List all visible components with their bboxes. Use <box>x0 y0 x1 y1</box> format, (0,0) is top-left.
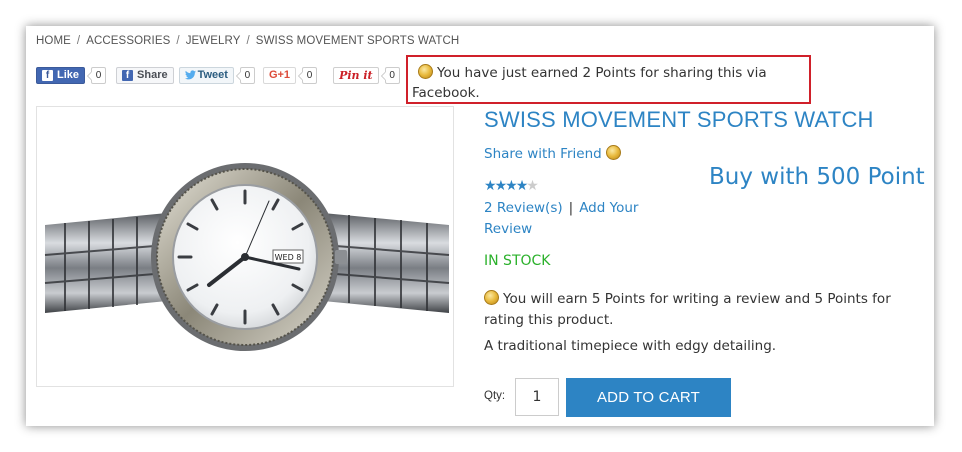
points-coin-icon <box>605 145 621 160</box>
qty-input[interactable] <box>515 378 559 416</box>
breadcrumb-jewelry[interactable]: JEWELRY <box>186 35 241 47</box>
star-icon: ★ <box>515 177 528 193</box>
pinterest-label: Pin it <box>339 68 373 82</box>
points-earned-notice: You have just earned 2 Points for sharin… <box>406 55 811 104</box>
qty-label: Qty: <box>484 390 506 402</box>
facebook-like-button[interactable]: f Like <box>36 66 86 84</box>
tweet-button[interactable]: Tweet <box>178 66 234 84</box>
pinterest-button[interactable]: Pin it <box>333 66 379 84</box>
tweet-label: Tweet <box>197 69 228 81</box>
facebook-icon: f <box>122 69 134 81</box>
product-title: SWISS MOVEMENT SPORTS WATCH <box>484 107 874 132</box>
product-image[interactable]: WED 8 <box>36 106 454 387</box>
breadcrumb-separator: / <box>176 35 180 47</box>
product-page: HOME / ACCESSORIES / JEWELRY / SWISS MOVEMENT … <box>26 26 934 426</box>
google-plus-count: 0 <box>298 66 318 84</box>
breadcrumb-separator: / <box>246 35 250 47</box>
breadcrumb: HOME / ACCESSORIES / JEWELRY / SWISS MOVEMENT … <box>36 35 459 47</box>
rating-stars: ★★★★★ <box>484 177 539 194</box>
social-bar: f Like 0 f Share Tweet 0 G+1 0 Pin it 0 <box>36 65 400 85</box>
earn-points-info: You will earn 5 Points for writing a rev… <box>484 289 904 331</box>
facebook-share-label: Share <box>137 69 168 81</box>
share-with-friend-label: Share with Friend <box>484 146 602 162</box>
review-links: 2 Review(s) | Add Your Review <box>484 198 684 240</box>
facebook-icon: f <box>42 69 53 81</box>
facebook-like-count: 0 <box>87 66 107 84</box>
breadcrumb-current: SWISS MOVEMENT SPORTS WATCH <box>255 35 460 47</box>
add-to-cart-button[interactable]: ADD TO CART <box>566 378 731 417</box>
star-empty-icon: ★ <box>526 177 538 193</box>
facebook-like-label: Like <box>57 69 80 81</box>
breadcrumb-accessories[interactable]: ACCESSORIES <box>86 35 170 47</box>
buy-with-points-label: Buy with 500 Point <box>709 164 925 190</box>
points-coin-icon <box>418 64 433 79</box>
share-with-friend-link[interactable]: Share with Friend <box>484 145 621 162</box>
star-icon: ★ <box>505 177 517 193</box>
google-plus-button[interactable]: G+1 <box>262 66 297 84</box>
reviews-count-link[interactable]: 2 Review(s) <box>484 200 563 216</box>
breadcrumb-separator: / <box>76 35 81 47</box>
earn-points-text: You will earn 5 Points for writing a rev… <box>484 291 891 328</box>
facebook-share-button[interactable]: f Share <box>116 66 174 84</box>
watch-illustration: WED 8 <box>44 163 450 351</box>
product-description: A traditional timepiece with edgy detail… <box>484 338 777 354</box>
review-separator: | <box>568 200 574 216</box>
star-icon: ★ <box>484 177 496 193</box>
google-plus-label: G+1 <box>268 69 291 81</box>
twitter-bird-icon <box>184 70 196 80</box>
breadcrumb-home[interactable]: HOME <box>36 35 71 47</box>
star-icon: ★ <box>494 177 507 193</box>
pinterest-count: 0 <box>380 66 400 84</box>
stock-status: IN STOCK <box>484 253 551 269</box>
watch-date-window: WED 8 <box>275 253 302 262</box>
tweet-count: 0 <box>235 66 255 84</box>
points-coin-icon <box>484 290 499 305</box>
points-earned-text: You have just earned 2 Points for sharin… <box>412 65 767 101</box>
